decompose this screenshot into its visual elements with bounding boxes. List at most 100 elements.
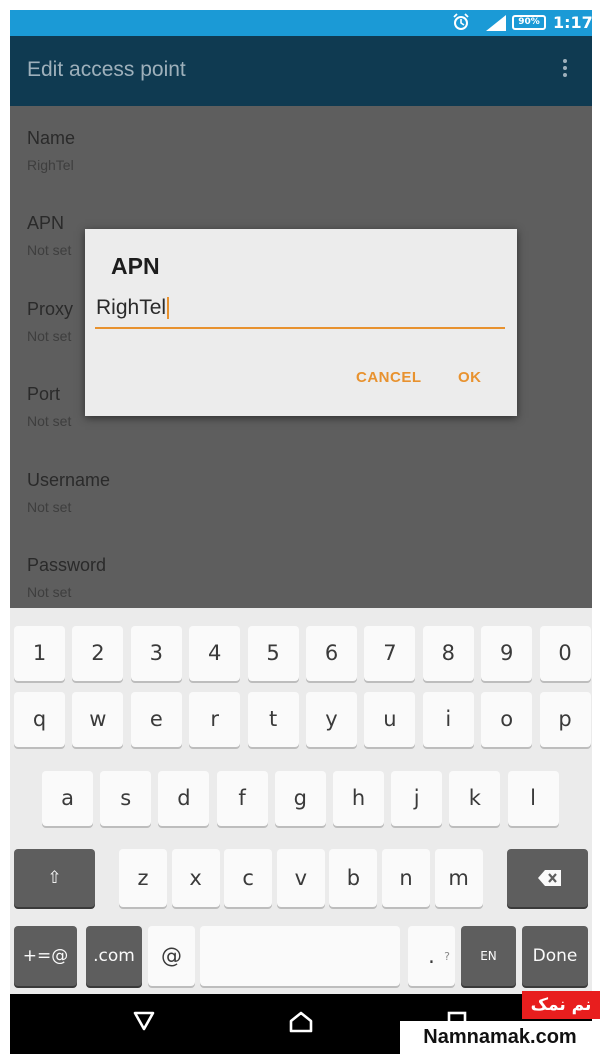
key-p-label: p (558, 707, 572, 731)
back-icon[interactable] (132, 1010, 156, 1032)
key-i[interactable]: i (422, 692, 474, 747)
key-5[interactable]: 5 (247, 626, 299, 681)
key-p[interactable]: p (539, 692, 591, 747)
key-x[interactable]: x (171, 849, 220, 907)
backspace-key[interactable] (507, 849, 588, 907)
key-6[interactable]: 6 (306, 626, 357, 681)
key-w[interactable]: w (72, 692, 124, 747)
key-c-label: c (242, 866, 254, 890)
key-k[interactable]: k (449, 771, 501, 826)
key-4-label: 4 (208, 641, 222, 665)
key-t[interactable]: t (247, 692, 299, 747)
key-q-label: q (32, 707, 47, 731)
key-v[interactable]: v (276, 849, 325, 907)
signal-icon (486, 15, 506, 31)
key-hint: ? (444, 950, 450, 963)
key-d-label: d (177, 786, 191, 810)
setting-username[interactable]: Username Not set (27, 470, 567, 515)
key-d[interactable]: d (158, 771, 210, 826)
setting-title: Name (27, 128, 76, 148)
setting-password[interactable]: Password Not set (27, 555, 567, 600)
key-9-label: 9 (500, 641, 514, 665)
setting-title: Username (27, 470, 111, 490)
setting-value: Not set (27, 499, 72, 515)
setting-value: Not set (27, 584, 72, 600)
keyboard: 1 2 3 4 5 6 7 8 9 0 q w e r t y u i o p a s d f g h j k l ⇧ z x c v b n m +=@… (10, 608, 592, 994)
ok-button[interactable]: OK (458, 369, 482, 386)
backspace-icon (538, 870, 561, 886)
key-r-label: r (210, 707, 219, 731)
key-i-label: i (445, 707, 452, 731)
key-s[interactable]: s (100, 771, 152, 826)
key-x-label: x (189, 866, 202, 890)
dotcom-key-label: .com (93, 946, 135, 966)
key-8[interactable]: 8 (422, 626, 474, 681)
key-g[interactable]: g (274, 771, 326, 826)
phone-screen: 90% 1:17 Edit access point Name RighTel … (10, 10, 592, 1054)
symbols-key[interactable]: +=@ (14, 926, 77, 986)
key-c[interactable]: c (224, 849, 273, 907)
key-l[interactable]: l (507, 771, 559, 826)
key-0[interactable]: 0 (539, 626, 591, 681)
key-f-label: f (238, 786, 246, 810)
battery-icon: 90% (512, 15, 546, 30)
page-title: Edit access point (27, 58, 186, 81)
key-7-label: 7 (383, 641, 397, 665)
shift-key-label: ⇧ (47, 868, 62, 888)
key-m-label: m (448, 866, 469, 890)
key-4[interactable]: 4 (189, 626, 241, 681)
key-j[interactable]: j (391, 771, 443, 826)
key-e[interactable]: e (130, 692, 182, 747)
shift-key[interactable]: ⇧ (14, 849, 95, 907)
space-key[interactable] (200, 926, 400, 986)
key-b[interactable]: b (329, 849, 378, 907)
key-n-label: n (399, 866, 413, 890)
action-bar: Edit access point (10, 36, 592, 106)
key-z[interactable]: z (119, 849, 167, 907)
dotcom-key[interactable]: .com (86, 926, 142, 986)
key-w-label: w (89, 707, 107, 731)
key-y[interactable]: y (306, 692, 357, 747)
key-h[interactable]: h (333, 771, 384, 826)
cancel-button[interactable]: CANCEL (356, 369, 422, 386)
key-2[interactable]: 2 (72, 626, 124, 681)
key-5-label: 5 (266, 641, 280, 665)
key-e-label: e (149, 707, 163, 731)
dialog-title: APN (111, 253, 160, 279)
key-b-label: b (346, 866, 361, 890)
apn-input[interactable]: RighTel (95, 293, 505, 329)
key-at-label: @ (161, 944, 182, 968)
apn-dialog: APN RighTel CANCEL OK (85, 229, 517, 416)
key-7[interactable]: 7 (364, 626, 416, 681)
key-at[interactable]: @ (148, 926, 195, 986)
key-a[interactable]: a (42, 771, 93, 826)
key-f[interactable]: f (216, 771, 268, 826)
key-u[interactable]: u (364, 692, 416, 747)
key-8-label: 8 (441, 641, 455, 665)
apn-input-value: RighTel (96, 296, 167, 319)
key-9[interactable]: 9 (481, 626, 533, 681)
language-key-label: EN (480, 949, 497, 963)
watermark-logo: نم نمک (522, 991, 600, 1019)
key-m[interactable]: m (434, 849, 483, 907)
done-key-label: Done (532, 946, 578, 966)
key-a-label: a (61, 786, 74, 810)
done-key[interactable]: Done (522, 926, 588, 986)
home-icon[interactable] (288, 1010, 314, 1034)
key-o-label: o (500, 707, 514, 731)
key-l-label: l (530, 786, 537, 810)
setting-name[interactable]: Name RighTel (27, 128, 567, 173)
clock: 1:17 (553, 13, 592, 32)
key-q[interactable]: q (14, 692, 65, 747)
key-period[interactable]: .? (408, 926, 455, 986)
key-3[interactable]: 3 (130, 626, 182, 681)
key-n[interactable]: n (382, 849, 430, 907)
key-o[interactable]: o (481, 692, 533, 747)
overflow-menu-icon[interactable] (558, 56, 572, 86)
key-1[interactable]: 1 (14, 626, 65, 681)
language-key[interactable]: EN (461, 926, 516, 986)
key-r[interactable]: r (189, 692, 241, 747)
key-0-label: 0 (558, 641, 572, 665)
key-3-label: 3 (149, 641, 163, 665)
setting-value: RighTel (27, 157, 74, 173)
